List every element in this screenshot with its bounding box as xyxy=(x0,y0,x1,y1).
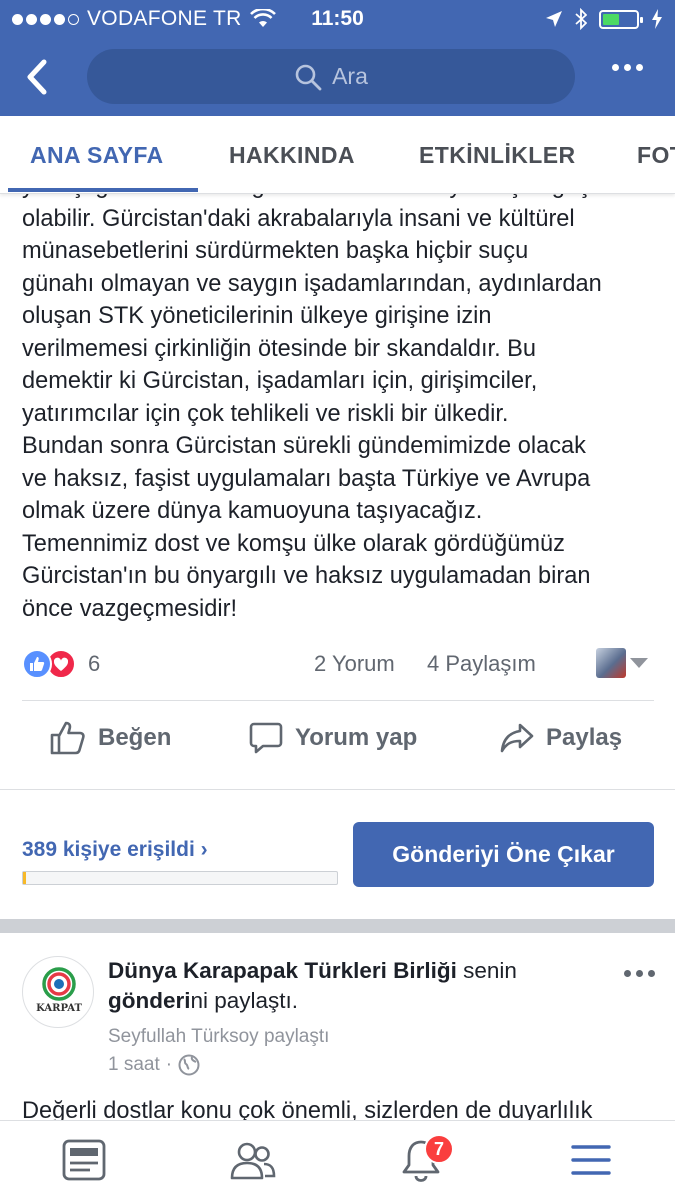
post-timestamp[interactable]: 1 saat · xyxy=(108,1054,200,1076)
logo-text: KARPAT xyxy=(36,1003,82,1014)
share-arrow-icon xyxy=(500,723,534,753)
post-text-line: ve haksız, faşist uygulamaları başta Tür… xyxy=(22,465,591,492)
post-text-line: Bundan sonra Gürcistan sürekli gündemimi… xyxy=(22,433,586,459)
chevron-right-icon: › xyxy=(200,838,208,861)
post-text-line: Temennimiz dost ve komşu ülke olarak gör… xyxy=(22,530,565,557)
tab-ana-sayfa[interactable]: ANA SAYFA xyxy=(30,142,164,169)
reactions-summary: 6 2 Yorum 4 Paylaşım xyxy=(22,648,654,680)
search-input[interactable]: Ara xyxy=(87,49,575,104)
page-avatar[interactable]: KARPAT xyxy=(22,956,94,1028)
chevron-left-icon xyxy=(27,59,47,95)
comment-label: Yorum yap xyxy=(295,724,418,751)
post-text-line: demektir ki Gürcistan, işadamları için, … xyxy=(22,368,538,394)
notification-badge: 7 xyxy=(424,1134,454,1164)
reaction-icons[interactable] xyxy=(22,649,76,679)
battery-icon xyxy=(599,9,643,29)
reaction-count[interactable]: 6 xyxy=(88,651,100,677)
more-options-button[interactable] xyxy=(612,64,643,71)
nav-friends[interactable] xyxy=(228,1135,278,1185)
bluetooth-icon xyxy=(575,8,587,30)
tab-fotograflar[interactable]: FOT xyxy=(637,142,675,169)
post-text-line: Gürcistan'ın bu önyargılı ve haksız uygu… xyxy=(22,563,591,589)
comment-bubble-icon xyxy=(249,722,283,754)
post-options-button[interactable] xyxy=(624,970,655,977)
nav-menu[interactable] xyxy=(566,1135,616,1185)
caret-down-icon[interactable] xyxy=(630,658,648,668)
search-icon xyxy=(295,64,322,90)
post-text-line: oluşan STK yöneticilerinin ülkeye girişi… xyxy=(22,303,492,329)
nav-notifications[interactable]: 7 xyxy=(396,1134,454,1185)
search-placeholder: Ara xyxy=(332,63,368,89)
status-bar: VODAFONE TR 11:50 xyxy=(0,0,675,40)
tab-etkinlikler[interactable]: ETKİNLİKLER xyxy=(419,142,575,169)
post-link[interactable]: gönderi xyxy=(108,988,191,1013)
friends-icon xyxy=(230,1142,276,1180)
location-arrow-icon xyxy=(546,11,562,27)
shared-post-header: Dünya Karapapak Türkleri Birliği senin g… xyxy=(108,958,517,1013)
divider xyxy=(22,700,654,701)
reach-label: 389 kişiye erişildi xyxy=(22,838,195,861)
news-feed-icon xyxy=(62,1139,106,1181)
hamburger-menu-icon xyxy=(571,1145,611,1175)
post-text-line: münasebetlerini sürdürmekten başka hiçbi… xyxy=(22,238,529,264)
nav-news-feed[interactable] xyxy=(59,1135,109,1185)
shared-by-label[interactable]: Seyfullah Türksoy paylaştı xyxy=(108,1026,329,1048)
share-button[interactable]: Paylaş xyxy=(500,712,622,764)
feed-separator xyxy=(0,919,675,933)
like-reaction-icon xyxy=(22,649,52,679)
reach-progress-fill xyxy=(23,872,27,884)
divider xyxy=(0,789,675,790)
page-avatar-small[interactable] xyxy=(596,648,626,678)
share-label: Paylaş xyxy=(546,724,623,751)
post-text-line: olmak üzere dünya kamuoyuna taşıyacağız. xyxy=(22,498,483,524)
page-tabs: ANA SAYFA HAKKINDA ETKİNLİKLER FOT xyxy=(0,116,675,194)
top-bar: VODAFONE TR 11:50 Ara xyxy=(0,0,675,116)
share-count-link[interactable]: 4 Paylaşım xyxy=(427,651,536,677)
reach-link[interactable]: 389 kişiye erişildi › xyxy=(22,838,208,862)
charging-bolt-icon xyxy=(652,9,662,29)
bottom-nav: 7 xyxy=(0,1120,675,1200)
karpat-logo-icon xyxy=(42,967,76,1001)
post-text: yanlışlığa dur demesi gerekir. Aksi hald… xyxy=(22,170,662,625)
boost-post-button[interactable]: Gönderiyi Öne Çıkar xyxy=(353,822,654,887)
post-actions: Beğen Yorum yap Paylaş xyxy=(22,712,654,764)
like-button[interactable]: Beğen xyxy=(50,712,171,764)
active-tab-indicator xyxy=(8,188,198,192)
comment-button[interactable]: Yorum yap xyxy=(249,712,417,764)
post-text-line: önce vazgeçmesidir! xyxy=(22,595,238,622)
post-text-line: günahı olmayan ve saygın işadamlarından,… xyxy=(22,270,602,297)
thumbs-up-icon xyxy=(50,721,85,755)
tab-hakkinda[interactable]: HAKKINDA xyxy=(229,142,355,169)
back-button[interactable] xyxy=(22,58,56,96)
like-label: Beğen xyxy=(98,724,172,751)
globe-icon xyxy=(178,1054,200,1076)
comment-count-link[interactable]: 2 Yorum xyxy=(314,651,395,677)
post-text-line: verilmemesi çirkinliğin ötesinde bir ska… xyxy=(22,335,537,362)
reach-progress-bar xyxy=(22,871,338,885)
post-text-line: yatırımcılar için çok tehlikeli ve riskl… xyxy=(22,400,509,427)
post-text-line: olabilir. Gürcistan'daki akrabalarıyla i… xyxy=(22,205,575,232)
page-name-link[interactable]: Dünya Karapapak Türkleri Birliği xyxy=(108,958,457,983)
